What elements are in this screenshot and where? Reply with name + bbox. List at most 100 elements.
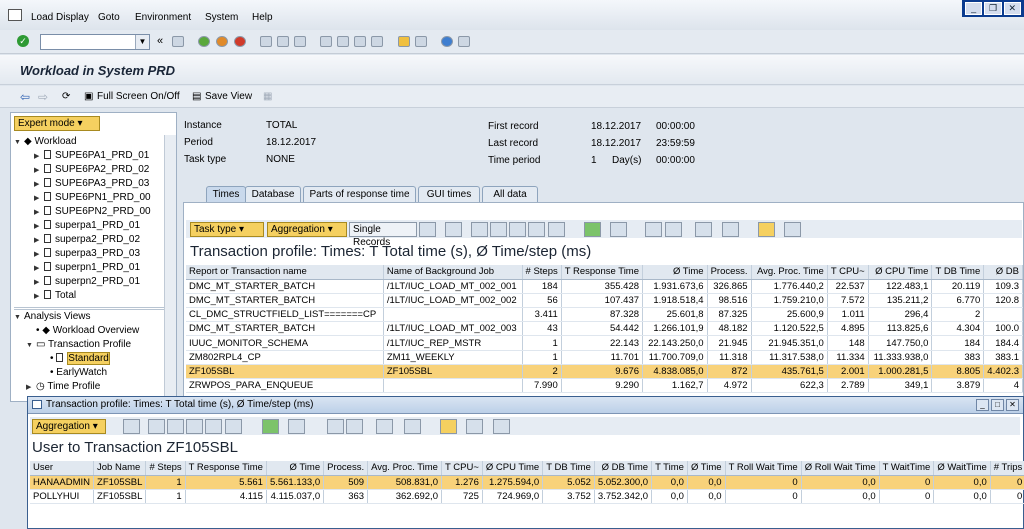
export-icon[interactable]	[695, 222, 712, 237]
refresh-icon[interactable]: ⟳	[62, 91, 70, 102]
column-header[interactable]: T Roll Wait Time	[725, 461, 802, 476]
tree-node-instance[interactable]: ▶ superpn2_PRD_01	[14, 275, 164, 289]
column-header[interactable]: T Response Time	[561, 265, 644, 280]
tab-database[interactable]: Database	[245, 186, 301, 202]
single-records-icon[interactable]	[419, 222, 436, 237]
command-field[interactable]: ▼	[40, 34, 150, 50]
analysis-scrollbar[interactable]	[164, 307, 176, 402]
info-icon[interactable]	[784, 222, 801, 237]
sort-descending-icon[interactable]	[167, 419, 184, 434]
tree-node-instance[interactable]: ▶ SUPE6PA3_PRD_03	[14, 177, 164, 191]
details-icon[interactable]	[445, 222, 462, 237]
tree-node-instance[interactable]: ▶ SUPE6PA1_PRD_01	[14, 149, 164, 163]
help-icon[interactable]	[441, 36, 453, 47]
first-page-icon[interactable]	[320, 36, 332, 47]
find-icon[interactable]	[186, 419, 203, 434]
tree-node-instance[interactable]: ▶ SUPE6PN2_PRD_00	[14, 205, 164, 219]
tree-node-instance[interactable]: ▶ superpn1_PRD_01	[14, 261, 164, 275]
chevron-down-icon[interactable]: ▼	[135, 35, 149, 49]
full-screen-button[interactable]: Full Screen On/Off	[97, 91, 180, 102]
tree-node-instance[interactable]: ▶ Total	[14, 289, 164, 303]
layout-icon[interactable]	[458, 36, 470, 47]
shortcut-icon[interactable]	[415, 36, 427, 47]
subtotal-icon[interactable]	[288, 419, 305, 434]
menu-goto[interactable]: Goto	[98, 12, 120, 23]
tree-node-instance[interactable]: ▶ superpa3_PRD_03	[14, 247, 164, 261]
column-header[interactable]: T CPU~	[441, 461, 483, 476]
export-icon[interactable]	[376, 419, 393, 434]
chevron-right-icon[interactable]: ▶	[34, 276, 44, 290]
tree-node-time-profile[interactable]: ▶ ◷ Time Profile	[14, 380, 164, 394]
column-header[interactable]: T Time	[651, 461, 688, 476]
find-icon[interactable]	[509, 222, 526, 237]
table-row[interactable]: DMC_MT_STARTER_BATCH/1LT/IUC_LOAD_MT_002…	[186, 279, 1023, 294]
total-icon[interactable]	[584, 222, 601, 237]
tree-node-transaction-profile[interactable]: ▼ ▭ Transaction Profile	[14, 338, 164, 352]
tree-scrollbar[interactable]	[164, 135, 176, 307]
menu-environment[interactable]: Environment	[135, 12, 191, 23]
minimize-icon[interactable]: _	[976, 399, 989, 411]
enter-icon[interactable]: ✓	[17, 35, 29, 47]
column-header[interactable]: T DB Time	[931, 265, 985, 280]
chart-icon[interactable]	[758, 222, 775, 237]
collapse-icon[interactable]: «	[157, 35, 163, 47]
settings-icon[interactable]: ▦	[263, 91, 272, 102]
details-icon[interactable]	[123, 419, 140, 434]
expert-mode-button[interactable]: Expert mode ▾	[14, 116, 100, 131]
column-header[interactable]: T DB Time	[542, 461, 595, 476]
chart-icon[interactable]	[440, 419, 457, 434]
column-header[interactable]: T WaitTime	[879, 461, 935, 476]
new-session-icon[interactable]	[398, 36, 410, 47]
tab-all-data[interactable]: All data	[482, 186, 538, 202]
column-header[interactable]: Ø DB Time	[594, 461, 653, 476]
restore-icon[interactable]: ❐	[984, 2, 1002, 15]
chevron-right-icon[interactable]: ▶	[34, 206, 44, 220]
views-icon[interactable]	[665, 222, 682, 237]
minimize-icon[interactable]: _	[965, 2, 983, 15]
column-header[interactable]: Ø Time	[642, 265, 708, 280]
maximize-icon[interactable]: □	[991, 399, 1004, 411]
sort-ascending-icon[interactable]	[471, 222, 488, 237]
tab-times[interactable]: Times	[206, 186, 246, 202]
chevron-right-icon[interactable]: ▶	[34, 192, 44, 206]
filter-icon[interactable]	[548, 222, 565, 237]
column-header[interactable]: User	[30, 461, 95, 476]
column-header[interactable]: Ø Roll Wait Time	[801, 461, 880, 476]
find-next-icon[interactable]	[294, 36, 306, 47]
table-row[interactable]: POLLYHUI ZF105SBL 1 4.115 4.115.037,0 363 362.…	[30, 489, 1024, 505]
filter-icon[interactable]	[225, 419, 242, 434]
table-row[interactable]: HANAADMIN ZF105SBL 1 5.561 5.561.133,0 509 508…	[30, 475, 1024, 490]
close-popup-icon[interactable]	[493, 419, 510, 434]
subtotal-icon[interactable]	[610, 222, 627, 237]
find-next-icon[interactable]	[205, 419, 222, 434]
column-header[interactable]: # Steps	[145, 461, 186, 476]
views-icon[interactable]	[346, 419, 363, 434]
column-header[interactable]: Job Name	[93, 461, 147, 476]
close-icon[interactable]: ✕	[1006, 399, 1019, 411]
menu-load-display[interactable]: Load Display	[31, 12, 89, 23]
tree-node-earlywatch[interactable]: • EarlyWatch	[14, 366, 164, 380]
column-header[interactable]: Process.	[707, 265, 752, 280]
print-icon[interactable]	[645, 222, 662, 237]
chevron-right-icon[interactable]: ▶	[34, 234, 44, 248]
column-header[interactable]: Avg. Proc. Time	[751, 265, 828, 280]
back-icon[interactable]	[198, 36, 210, 47]
layout-icon[interactable]	[722, 222, 739, 237]
table-row[interactable]: ZM802RPL4_CP ZM11_WEEKLY 1 11.701 11.700.709…	[186, 350, 1023, 365]
table-row[interactable]: IUUC_MONITOR_SCHEMA/1LT/IUC_REP_MSTR 1 22.…	[186, 335, 1023, 351]
tree-node-standard[interactable]: • Standard	[14, 352, 164, 366]
task-type-button[interactable]: Task type ▾	[190, 222, 264, 237]
column-header[interactable]: Ø CPU Time	[482, 461, 544, 476]
tree-node-analysis-views[interactable]: ▼ Analysis Views	[14, 310, 164, 324]
arrow-right-icon[interactable]: ⇨	[38, 90, 48, 104]
column-header[interactable]: Ø WaitTime	[933, 461, 991, 476]
column-header[interactable]: # Steps	[522, 265, 562, 280]
column-header[interactable]: T CPU~	[827, 265, 869, 280]
total-icon[interactable]	[262, 419, 279, 434]
chevron-right-icon[interactable]: ▶	[34, 164, 44, 178]
single-records-button[interactable]: Single Records	[349, 222, 417, 248]
tab-parts-of-response-time[interactable]: Parts of response time	[303, 186, 416, 202]
save-icon[interactable]	[172, 36, 184, 47]
find-icon[interactable]	[277, 36, 289, 47]
aggregation-button[interactable]: Aggregation ▾	[267, 222, 347, 237]
